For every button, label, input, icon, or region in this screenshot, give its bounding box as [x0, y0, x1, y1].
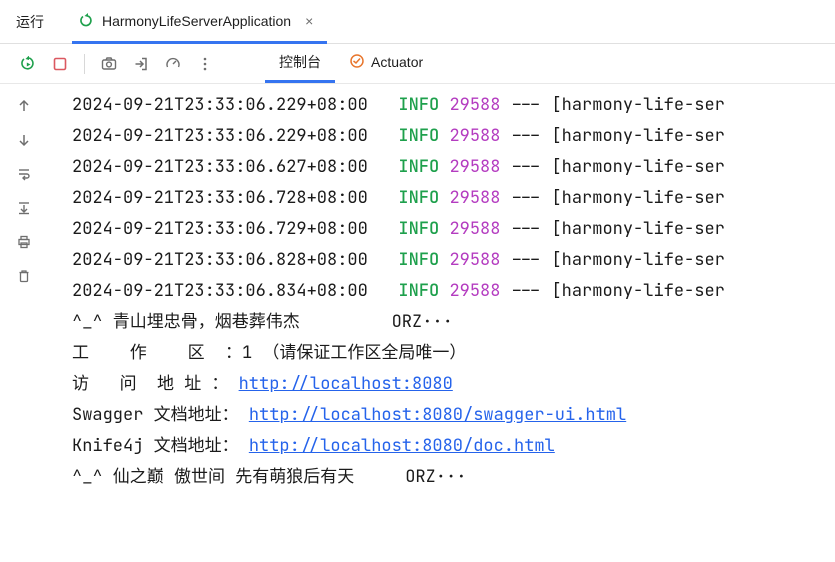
print-button[interactable] — [10, 228, 38, 256]
run-config-name: HarmonyLifeServerApplication — [102, 13, 291, 29]
tab-actuator-label: Actuator — [371, 54, 423, 70]
scroll-to-end-button[interactable] — [10, 194, 38, 222]
log-line: 2024-09-21T23:33:06.229+08:00 INFO 29588… — [72, 121, 835, 152]
close-tab-button[interactable]: × — [305, 13, 313, 29]
knife-url-link[interactable]: http://localhost:8080/doc.html — [249, 435, 555, 457]
scroll-down-button[interactable] — [10, 126, 38, 154]
tab-actuator[interactable]: Actuator — [335, 44, 437, 83]
delete-button[interactable] — [10, 262, 38, 290]
run-toolbar: 控制台 Actuator — [0, 44, 835, 84]
exit-button[interactable] — [127, 50, 155, 78]
run-tool-window-header: 运行 HarmonyLifeServerApplication × — [0, 0, 835, 44]
tool-window-body: 2024-09-21T23:33:06.229+08:00 INFO 29588… — [0, 84, 835, 562]
log-line: 2024-09-21T23:33:06.229+08:00 INFO 29588… — [72, 90, 835, 121]
toolbar-separator — [84, 54, 85, 74]
banner-end-line: ^_^ 仙之巅 傲世间 先有萌狼后有天 ORZ··· — [72, 462, 835, 493]
scroll-up-button[interactable] — [10, 92, 38, 120]
more-button[interactable] — [191, 50, 219, 78]
tab-console[interactable]: 控制台 — [265, 44, 335, 83]
run-tabs: HarmonyLifeServerApplication × — [72, 0, 327, 43]
actuator-icon — [349, 53, 365, 72]
output-tabs: 控制台 Actuator — [265, 44, 437, 83]
log-line: 2024-09-21T23:33:06.729+08:00 INFO 29588… — [72, 214, 835, 245]
log-line: 2024-09-21T23:33:06.627+08:00 INFO 29588… — [72, 152, 835, 183]
profiler-button[interactable] — [159, 50, 187, 78]
swagger-url-link[interactable]: http://localhost:8080/swagger-ui.html — [249, 404, 626, 426]
run-title: 运行 — [16, 12, 44, 32]
stop-button[interactable] — [46, 50, 74, 78]
run-config-tab[interactable]: HarmonyLifeServerApplication × — [72, 1, 327, 44]
console-output[interactable]: 2024-09-21T23:33:06.229+08:00 INFO 29588… — [48, 84, 835, 562]
address-line: 访 问 地 址 ： http://localhost:8080 — [72, 369, 835, 400]
log-line: 2024-09-21T23:33:06.728+08:00 INFO 29588… — [72, 183, 835, 214]
knife-line: Knife4j 文档地址： http://localhost:8080/doc.… — [72, 431, 835, 462]
screenshot-button[interactable] — [95, 50, 123, 78]
console-side-toolbar — [0, 84, 48, 562]
work-line: 工 作 区 ：1 （请保证工作区全局唯一） — [72, 338, 835, 369]
soft-wrap-button[interactable] — [10, 160, 38, 188]
rerun-tab-icon — [78, 13, 94, 29]
banner-line: ^_^ 青山埋忠骨，烟巷葬伟杰 ORZ··· — [72, 307, 835, 338]
log-line: 2024-09-21T23:33:06.828+08:00 INFO 29588… — [72, 245, 835, 276]
log-line: 2024-09-21T23:33:06.834+08:00 INFO 29588… — [72, 276, 835, 307]
access-url-link[interactable]: http://localhost:8080 — [239, 373, 453, 395]
rerun-button[interactable] — [14, 50, 42, 78]
swagger-line: Swagger 文档地址： http://localhost:8080/swag… — [72, 400, 835, 431]
tab-console-label: 控制台 — [279, 52, 321, 72]
